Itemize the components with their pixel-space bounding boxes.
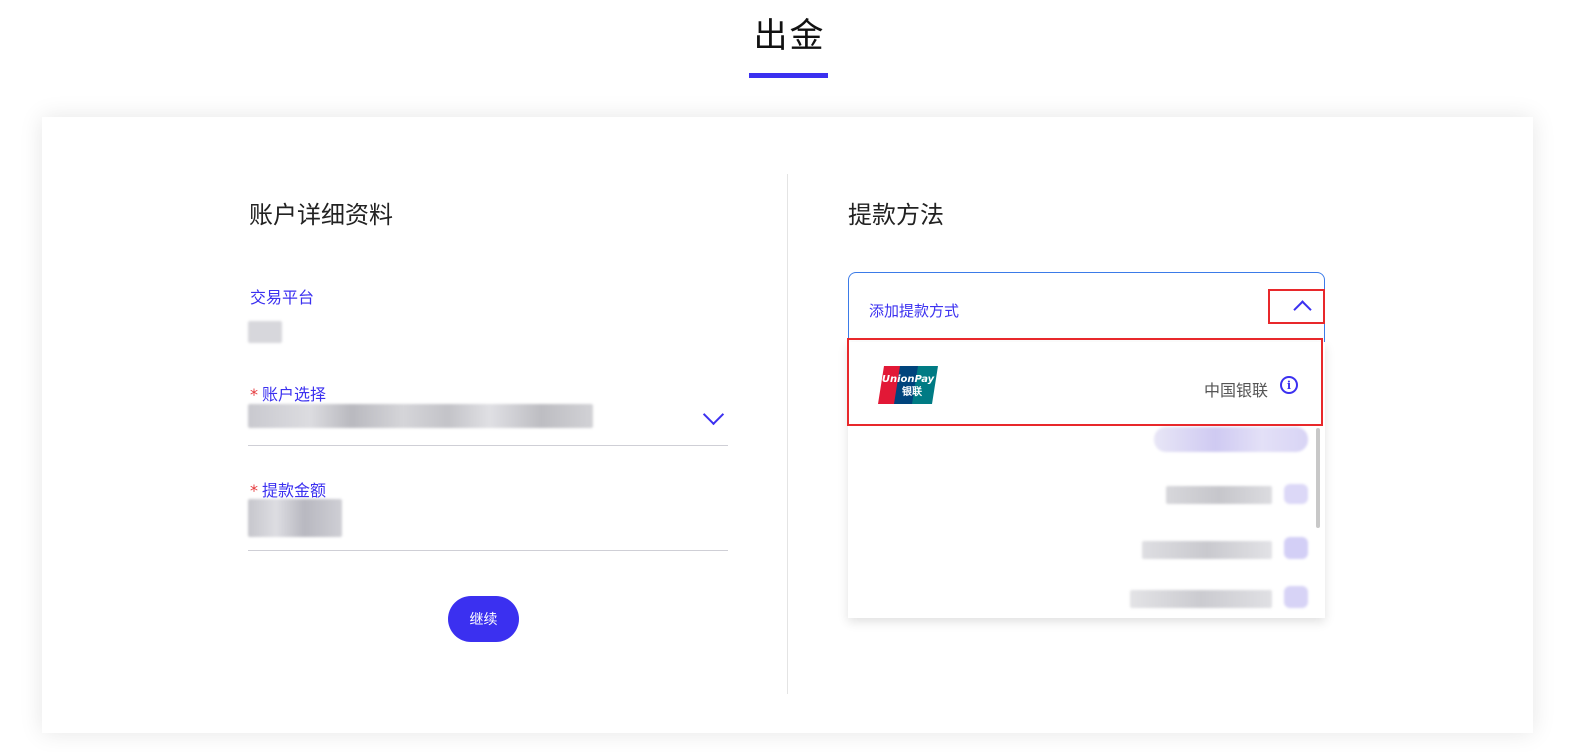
- platform-label: 交易平台: [250, 288, 315, 307]
- continue-button[interactable]: 继续: [448, 596, 519, 642]
- blurred-option-icon: [1284, 537, 1308, 559]
- platform-value: [248, 321, 282, 343]
- chevron-down-icon[interactable]: [702, 403, 725, 426]
- amount-input[interactable]: [248, 497, 728, 551]
- unionpay-highlight: [847, 338, 1323, 426]
- blurred-option-text: [1130, 590, 1272, 608]
- title-underline: [749, 73, 828, 78]
- card-divider: [787, 174, 788, 694]
- page-title: 出金: [753, 16, 826, 56]
- amount-underline: [248, 550, 728, 551]
- blurred-option-text: [1142, 541, 1272, 559]
- amount-value: [248, 499, 342, 537]
- blurred-option-icon: [1284, 484, 1308, 504]
- select-placeholder: 添加提款方式: [869, 302, 960, 320]
- option-blurred-4[interactable]: [848, 582, 1318, 618]
- chevron-highlight: [1268, 289, 1325, 324]
- account-select-value: [248, 404, 593, 428]
- account-select-underline: [248, 445, 728, 446]
- blurred-option-text: [1154, 427, 1308, 452]
- option-blurred-1[interactable]: [848, 427, 1318, 487]
- blurred-option-icon: [1284, 586, 1308, 608]
- withdrawal-method-select[interactable]: 添加提款方式: [848, 272, 1325, 342]
- account-details-title: 账户详细资料: [249, 201, 393, 229]
- account-select[interactable]: [248, 400, 728, 446]
- option-blurred-2[interactable]: [848, 482, 1318, 542]
- blurred-option-text: [1166, 486, 1272, 504]
- withdrawal-method-title: 提款方法: [848, 201, 944, 229]
